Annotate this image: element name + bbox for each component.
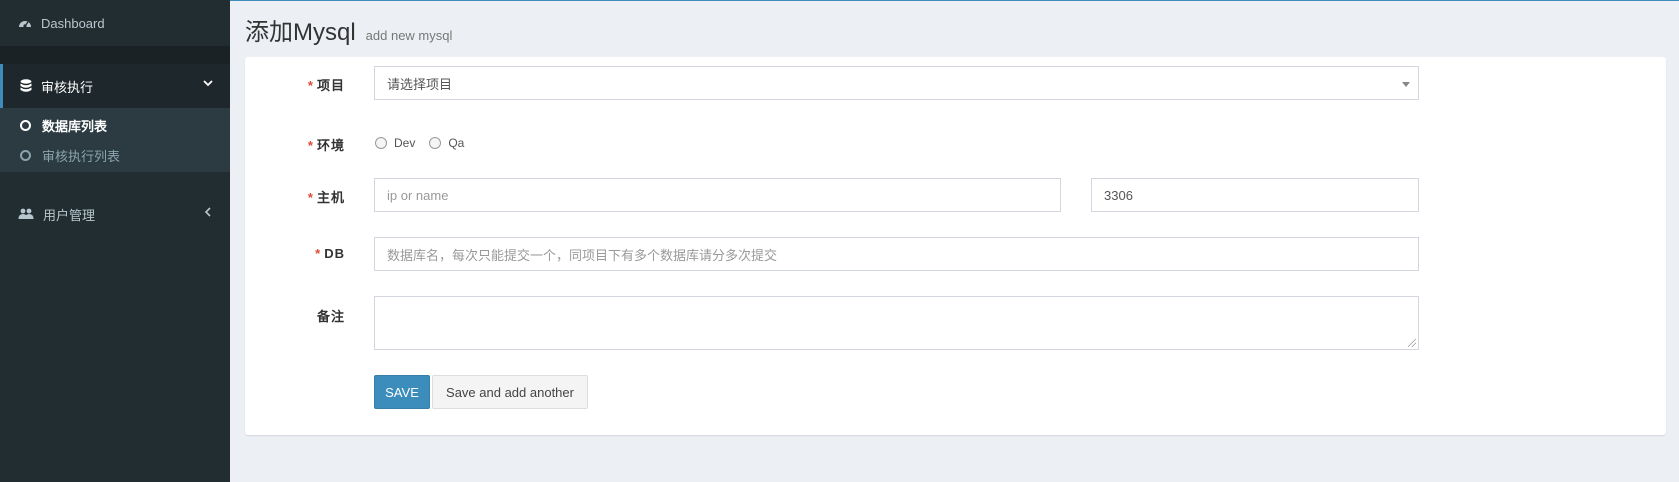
db-placeholder: 数据库名，每次只能提交一个，同项目下有多个数据库请分多次提交 — [387, 247, 778, 263]
sidebar-divider — [0, 46, 230, 64]
database-icon — [20, 79, 32, 92]
form-box: * 项目 请选择项目 * 环境 Dev Qa * 主机 ip or name 3306… — [245, 57, 1666, 435]
sidebar-item-label: 审核执行列表 — [42, 148, 121, 164]
header-accent-line — [230, 0, 1679, 1]
port-input[interactable]: 3306 — [1091, 178, 1419, 212]
required-mark: * — [315, 246, 322, 261]
circle-icon — [20, 149, 31, 161]
host-label: * 主机 — [307, 190, 345, 205]
sidebar-item-label: 审核执行 — [41, 79, 94, 95]
page-title: 添加Mysql — [245, 19, 356, 46]
sidebar-item-label: Dashboard — [41, 15, 105, 31]
env-option-label: Dev — [394, 136, 416, 150]
host-input[interactable]: ip or name — [374, 178, 1061, 212]
caret-down-icon — [1402, 82, 1410, 87]
chevron-down-icon — [203, 80, 213, 87]
circle-icon — [20, 119, 31, 131]
dashboard-icon — [19, 21, 31, 28]
env-radio-dev[interactable] — [375, 137, 387, 149]
db-input[interactable]: 数据库名，每次只能提交一个，同项目下有多个数据库请分多次提交 — [374, 237, 1419, 271]
sidebar-submenu: 数据库列表 审核执行列表 — [0, 108, 230, 172]
sidebar-item-database-list[interactable]: 数据库列表 — [0, 110, 230, 140]
sidebar-item-label: 数据库列表 — [42, 118, 108, 134]
env-label: * 环境 — [307, 138, 345, 153]
users-icon — [18, 208, 34, 219]
sidebar-spacer — [0, 172, 230, 192]
required-mark: * — [307, 138, 314, 153]
required-mark: * — [307, 78, 314, 93]
chevron-left-icon — [204, 207, 211, 217]
remark-label: 备注 — [316, 309, 345, 324]
sidebar: Dashboard 审核执行 数据库列表 审核执行列表 用户管理 — [0, 0, 230, 482]
sidebar-item-review-list[interactable]: 审核执行列表 — [0, 140, 230, 170]
required-mark: * — [307, 190, 314, 205]
env-radio-qa[interactable] — [429, 137, 442, 149]
project-label: * 项目 — [307, 78, 345, 93]
sidebar-item-dashboard[interactable]: Dashboard — [0, 0, 230, 46]
sidebar-item-review[interactable]: 审核执行 — [0, 64, 230, 108]
save-button[interactable]: SAVE — [374, 375, 430, 409]
page-header: 添加Mysql add new mysql — [245, 12, 452, 47]
db-label: * DB — [315, 246, 345, 261]
port-value: 3306 — [1104, 187, 1133, 203]
sidebar-item-label: 用户管理 — [43, 207, 96, 223]
sidebar-item-users[interactable]: 用户管理 — [0, 192, 230, 236]
resize-handle[interactable] — [1408, 339, 1416, 347]
project-select-value: 请选择项目 — [387, 76, 453, 92]
project-select[interactable]: 请选择项目 — [374, 66, 1419, 100]
remark-textarea[interactable] — [374, 296, 1419, 350]
env-option-label: Qa — [448, 136, 465, 150]
host-placeholder: ip or name — [387, 187, 449, 203]
page-subtitle: add new mysql — [365, 28, 453, 43]
save-and-add-another-button[interactable]: Save and add another — [432, 375, 588, 409]
env-radio-group: Dev Qa — [375, 136, 478, 150]
